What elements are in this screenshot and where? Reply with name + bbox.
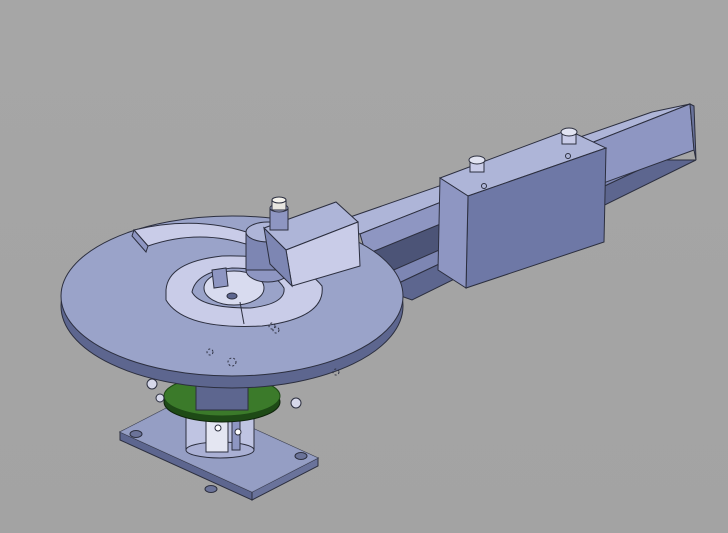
- model-canvas[interactable]: [0, 0, 728, 533]
- adjustment-screw[interactable]: [269, 196, 289, 231]
- cad-viewport[interactable]: [0, 0, 728, 533]
- sliding-clamp-block[interactable]: [437, 127, 608, 289]
